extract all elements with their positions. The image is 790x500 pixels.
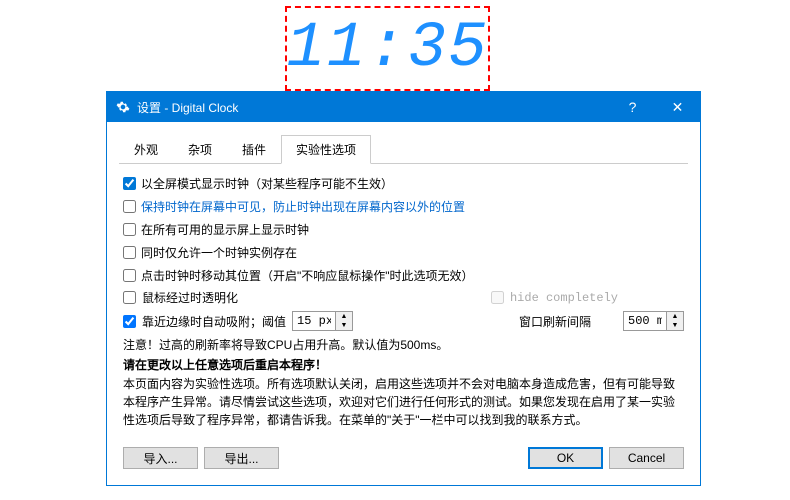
export-button[interactable]: 导出... (204, 447, 279, 469)
label-mouse-transparent: 鼠标经过时透明化 (142, 289, 238, 306)
tab-bar: 外观 杂项 插件 实验性选项 (119, 134, 688, 164)
tab-content: 以全屏模式显示时钟（对某些程序可能不生效） 保持时钟在屏幕中可见，防止时钟出现在… (119, 164, 688, 473)
option-click-move-row: 点击时钟时移动其位置（开启"不响应鼠标操作"时此选项无效） (123, 266, 684, 284)
label-fullscreen: 以全屏模式显示时钟（对某些程序可能不生效） (141, 175, 393, 192)
import-button[interactable]: 导入... (123, 447, 198, 469)
titlebar-title: 设置 - Digital Clock (137, 99, 610, 116)
tab-misc[interactable]: 杂项 (173, 135, 227, 164)
spinner-up-icon[interactable]: ▲ (667, 312, 683, 321)
checkbox-click-move[interactable] (123, 269, 136, 282)
settings-dialog: 设置 - Digital Clock ? ✕ 外观 杂项 插件 实验性选项 以全… (106, 91, 701, 486)
label-single-instance: 同时仅允许一个时钟实例存在 (141, 244, 297, 261)
label-refresh: 窗口刷新间隔 (519, 313, 591, 330)
restart-warning-text: 请在更改以上任意选项后重启本程序！ (123, 356, 684, 373)
label-snap-edge: 靠近边缘时自动吸附；阈值 (142, 313, 286, 330)
description-text: 本页面内容为实验性选项。所有选项默认关闭，启用这些选项并不会对电脑本身造成危害，… (123, 375, 684, 429)
label-keep-visible: 保持时钟在屏幕中可见，防止时钟出现在屏幕内容以外的位置 (141, 198, 465, 215)
titlebar[interactable]: 设置 - Digital Clock ? ✕ (107, 92, 700, 122)
help-button[interactable]: ? (610, 92, 655, 122)
spinner-snap-threshold[interactable]: ▲ ▼ (292, 311, 353, 331)
option-fullscreen-row: 以全屏模式显示时钟（对某些程序可能不生效） (123, 174, 684, 192)
input-snap-value[interactable] (293, 312, 335, 330)
tab-experimental[interactable]: 实验性选项 (281, 135, 371, 164)
label-all-monitors: 在所有可用的显示屏上显示时钟 (141, 221, 309, 238)
tab-appearance[interactable]: 外观 (119, 135, 173, 164)
dialog-body: 外观 杂项 插件 实验性选项 以全屏模式显示时钟（对某些程序可能不生效） 保持时… (107, 122, 700, 485)
close-button[interactable]: ✕ (655, 92, 700, 122)
tab-plugins[interactable]: 插件 (227, 135, 281, 164)
clock-widget[interactable]: 11:35 (285, 6, 490, 91)
checkbox-fullscreen[interactable] (123, 177, 136, 190)
option-keep-visible-row: 保持时钟在屏幕中可见，防止时钟出现在屏幕内容以外的位置 (123, 197, 684, 215)
checkbox-all-monitors[interactable] (123, 223, 136, 236)
spinner-refresh-interval[interactable]: ▲ ▼ (623, 311, 684, 331)
checkbox-single-instance[interactable] (123, 246, 136, 259)
checkbox-mouse-transparent[interactable] (123, 291, 136, 304)
input-refresh-value[interactable] (624, 312, 666, 330)
spinner-up-icon[interactable]: ▲ (336, 312, 352, 321)
button-row: 导入... 导出... OK Cancel (123, 439, 684, 469)
checkbox-keep-visible[interactable] (123, 200, 136, 213)
clock-time: 11:35 (286, 13, 488, 85)
option-snap-row: 靠近边缘时自动吸附；阈值 ▲ ▼ 窗口刷新间隔 ▲ ▼ (123, 311, 684, 331)
label-click-move: 点击时钟时移动其位置（开启"不响应鼠标操作"时此选项无效） (141, 267, 474, 284)
cancel-button[interactable]: Cancel (609, 447, 684, 469)
option-single-instance-row: 同时仅允许一个时钟实例存在 (123, 243, 684, 261)
option-all-monitors-row: 在所有可用的显示屏上显示时钟 (123, 220, 684, 238)
checkbox-hide-completely (491, 291, 504, 304)
ok-button[interactable]: OK (528, 447, 603, 469)
label-hide-completely: hide completely (510, 291, 618, 305)
cpu-warning-text: 注意！过高的刷新率将导致CPU占用升高。默认值为500ms。 (123, 336, 684, 353)
checkbox-snap-edge[interactable] (123, 315, 136, 328)
spinner-down-icon[interactable]: ▼ (667, 321, 683, 330)
option-transparent-row: 鼠标经过时透明化 hide completely (123, 289, 684, 306)
gear-icon (115, 99, 131, 115)
spinner-down-icon[interactable]: ▼ (336, 321, 352, 330)
